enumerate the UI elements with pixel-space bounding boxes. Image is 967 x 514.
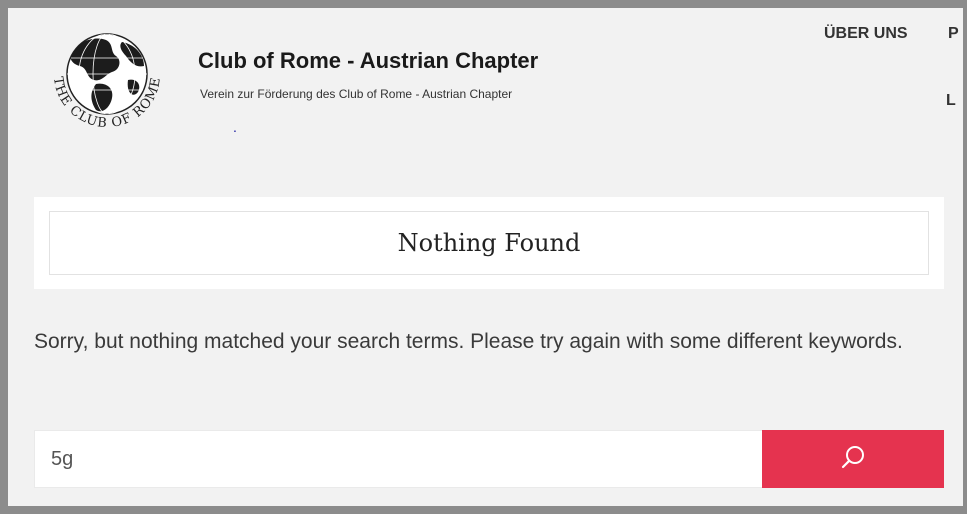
page-title: Nothing Found (397, 229, 581, 257)
search-form (34, 430, 944, 488)
search-input[interactable] (34, 430, 762, 488)
site-title[interactable]: Club of Rome - Austrian Chapter (198, 48, 538, 74)
nav-item-truncated-l[interactable]: L (946, 92, 956, 110)
page-header-inner: Nothing Found (49, 211, 929, 275)
search-icon (840, 445, 866, 474)
club-of-rome-logo[interactable]: THE CLUB OF ROME (36, 22, 178, 142)
search-button[interactable] (762, 430, 944, 488)
decorative-dot: . (233, 119, 237, 135)
page-frame: THE CLUB OF ROME Club of Rome - Austrian… (0, 0, 967, 514)
no-results-message: Sorry, but nothing matched your search t… (34, 330, 903, 353)
nav-item-truncated-p[interactable]: P (948, 25, 959, 43)
page-header-panel: Nothing Found (34, 197, 944, 289)
site-tagline: Verein zur Förderung des Club of Rome - … (200, 87, 513, 101)
nav-item-ueber-uns[interactable]: ÜBER UNS (824, 25, 908, 43)
